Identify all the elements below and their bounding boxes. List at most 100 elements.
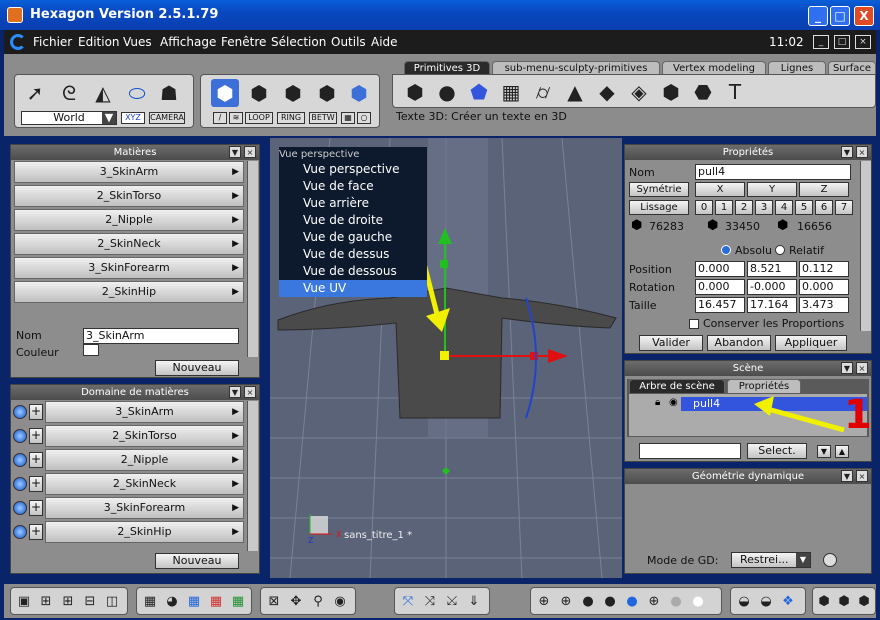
position-x-field[interactable]: 0.000 (695, 261, 745, 277)
globe-icon[interactable] (13, 501, 27, 515)
brush-icon[interactable]: / (213, 112, 227, 124)
menu-vues[interactable]: Vues (123, 35, 152, 49)
doc-close-button[interactable]: × (855, 35, 871, 49)
menu-fichier[interactable]: Fichier (33, 35, 72, 49)
ring-button[interactable]: RING (277, 112, 305, 124)
chevron-down-icon[interactable]: ▼ (229, 146, 241, 158)
scale-icon[interactable]: ⤩ (443, 593, 461, 611)
menu-fenetre[interactable]: Fenêtre (221, 35, 266, 49)
material-item[interactable]: 2_SkinTorso ▶ (14, 185, 244, 207)
smooth-sphere-icon[interactable]: ● (601, 593, 619, 611)
domain-item[interactable]: 3_SkinForearm ▶ (45, 497, 244, 519)
gd-mode-select[interactable]: Restrei... ▼ (731, 552, 811, 568)
position-z-field[interactable]: 0.112 (799, 261, 849, 277)
lissage-level-button[interactable]: 0 (695, 200, 713, 215)
globe-icon[interactable] (13, 453, 27, 467)
view-menu-item[interactable]: Vue perspective (279, 161, 427, 178)
ring-select-icon[interactable]: ○ (357, 112, 371, 124)
materials-scrollbar[interactable] (247, 161, 258, 357)
material-item[interactable]: 3_SkinForearm ▶ (14, 257, 244, 279)
lasso-icon[interactable]: ᘓ (55, 79, 83, 107)
xyz-button[interactable]: XYZ (121, 112, 145, 124)
pattern-icon[interactable]: ≋ (229, 112, 243, 124)
flat-sphere-icon[interactable]: ● (579, 593, 597, 611)
plus-icon[interactable]: + (29, 524, 43, 540)
close-button[interactable]: X (854, 6, 874, 26)
dodecahedron-icon[interactable]: ⬢ (657, 78, 685, 106)
text-3d-icon[interactable]: T (721, 78, 749, 106)
pyramid-icon[interactable]: ◆ (593, 78, 621, 106)
vertex-mode-icon[interactable]: ⬢ (313, 79, 341, 107)
view-menu-item[interactable]: Vue de gauche (279, 229, 427, 246)
view-menu-item[interactable]: Vue de face (279, 178, 427, 195)
domain-item[interactable]: 2_SkinNeck ▶ (45, 473, 244, 495)
mesh-sphere-icon[interactable]: ⊕ (645, 593, 663, 611)
tab-scene-proprietes[interactable]: Propriétés (727, 379, 801, 393)
relatif-radio[interactable] (775, 245, 785, 255)
lissage-button[interactable]: Lissage (629, 200, 689, 215)
gd-sphere-icon[interactable] (823, 553, 837, 567)
globe-icon[interactable] (13, 405, 27, 419)
tab-surface[interactable]: Surface (828, 61, 876, 75)
close-icon[interactable]: × (856, 146, 868, 158)
cylinder-icon[interactable]: ⌭ (529, 78, 557, 106)
layout-single-icon[interactable]: ▣ (15, 593, 33, 611)
chevron-down-icon[interactable]: ▼ (229, 386, 241, 398)
grid-icon[interactable]: ▦ (141, 593, 159, 611)
close-icon[interactable]: × (856, 362, 868, 374)
lissage-level-button[interactable]: 3 (755, 200, 773, 215)
box-view-icon[interactable]: ⬢ (835, 593, 853, 611)
textured-sphere-icon[interactable]: ● (623, 593, 641, 611)
object-mode-icon[interactable]: ⬢ (211, 79, 239, 107)
plus-icon[interactable]: + (29, 428, 43, 444)
layout-three-icon[interactable]: ⊞ (59, 593, 77, 611)
rotate-icon[interactable]: ⤨ (421, 593, 439, 611)
lissage-level-button[interactable]: 6 (815, 200, 833, 215)
green-grid-icon[interactable]: ▦ (229, 593, 247, 611)
symmetry-axis-x-button[interactable]: X (695, 182, 745, 197)
octahedron-icon[interactable]: ◈ (625, 78, 653, 106)
tab-vertex-modeling[interactable]: Vertex modeling (662, 61, 766, 75)
symetrie-button[interactable]: Symétrie (629, 182, 689, 197)
white-sphere-icon[interactable]: ● (689, 593, 707, 611)
plane-icon[interactable]: ▦ (497, 78, 525, 106)
close-icon[interactable]: × (244, 146, 256, 158)
select-button[interactable]: Select. (747, 443, 807, 459)
geosphere-icon[interactable]: ⬣ (689, 78, 717, 106)
render-shaded-icon[interactable]: ◒ (757, 593, 775, 611)
domain-item[interactable]: 2_Nipple ▶ (45, 449, 244, 471)
domain-item[interactable]: 3_SkinArm ▶ (45, 401, 244, 423)
view-menu-item[interactable]: Vue de dessous (279, 263, 427, 280)
lissage-level-button[interactable]: 2 (735, 200, 753, 215)
valider-button[interactable]: Valider (639, 335, 703, 351)
drop-icon[interactable]: ⇓ (465, 593, 483, 611)
plus-icon[interactable]: + (29, 500, 43, 516)
taille-z-field[interactable]: 3.473 (799, 297, 849, 313)
render-lights-icon[interactable]: ❖ (779, 593, 797, 611)
tab-sculpty-primitives[interactable]: sub-menu-sculpty-primitives (492, 61, 660, 75)
scene-filter-field[interactable] (639, 443, 741, 459)
lissage-level-button[interactable]: 5 (795, 200, 813, 215)
layout-vertical-icon[interactable]: ◫ (103, 593, 121, 611)
fit-icon[interactable]: ⊠ (265, 593, 283, 611)
chevron-down-icon[interactable]: ▼ (841, 362, 853, 374)
symmetry-axis-y-button[interactable]: Y (747, 182, 797, 197)
rotation-y-field[interactable]: -0.000 (747, 279, 797, 295)
plus-icon[interactable]: + (29, 404, 43, 420)
symmetry-axis-z-button[interactable]: Z (799, 182, 849, 197)
tab-primitives-3d[interactable]: Primitives 3D (404, 61, 490, 75)
properties-scrollbar[interactable] (860, 161, 871, 331)
face-mode-icon[interactable]: ⬢ (245, 79, 273, 107)
material-item[interactable]: 2_Nipple ▶ (14, 209, 244, 231)
view-menu-item[interactable]: Vue de droite (279, 212, 427, 229)
box-stack-icon[interactable]: ⬢ (855, 593, 873, 611)
globe-icon[interactable] (13, 477, 27, 491)
move-icon[interactable]: ⤧ (399, 593, 417, 611)
appliquer-button[interactable]: Appliquer (775, 335, 847, 351)
grid-snap-icon[interactable]: ▦ (185, 593, 203, 611)
domain-new-button[interactable]: Nouveau (155, 553, 239, 569)
wireframe-sphere-icon[interactable]: ⊕ (535, 593, 553, 611)
lissage-level-button[interactable]: 7 (835, 200, 853, 215)
taille-y-field[interactable]: 17.164 (747, 297, 797, 313)
sphere-icon[interactable]: ● (433, 78, 461, 106)
